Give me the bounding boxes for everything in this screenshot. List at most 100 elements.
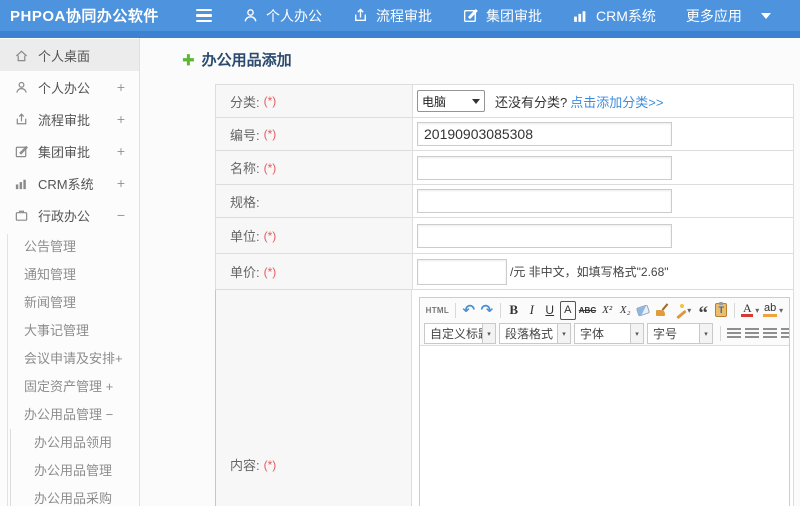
align-left-icon [727, 328, 741, 339]
brush-icon [655, 303, 667, 317]
font-size-dropdown[interactable]: 字号 ▾ [647, 323, 713, 344]
nav-label: CRM系统 [596, 7, 656, 24]
align-center-button[interactable] [744, 324, 760, 343]
font-family-dropdown[interactable]: 字体 ▾ [574, 323, 644, 344]
highlight-color-button[interactable]: ab ▾ [762, 301, 784, 320]
sidebar-item-process-approval[interactable]: 流程审批 + [0, 103, 139, 135]
nav-item-personal-office[interactable]: 个人办公 [242, 6, 322, 26]
caret-down-icon: ▾ [779, 305, 784, 315]
font-color-icon: A [741, 301, 754, 317]
subitem-label: 固定资产管理 + [24, 378, 114, 394]
collapse-toggle[interactable]: − [117, 207, 125, 223]
form-row-spec: 规格: [216, 185, 793, 218]
sidebar-subitem-assets-mgmt[interactable]: 固定资产管理 + [0, 371, 139, 399]
auto-typeset-button[interactable]: ▾ [672, 301, 694, 320]
caret-down-icon: ▾ [687, 305, 692, 315]
subitem-label: 办公用品领用 [34, 434, 113, 450]
align-right-icon [763, 328, 777, 339]
magic-wand-icon [674, 303, 686, 317]
sidebar-item-label: 个人办公 [38, 80, 91, 96]
sidebar-item-group-approval[interactable]: 集团审批 + [0, 135, 139, 167]
required-mark: (*) [263, 264, 277, 279]
sidebar-subitem-supplies-requisition[interactable]: 办公用品领用 [0, 427, 139, 455]
briefcase-icon [15, 210, 28, 221]
sidebar-subitem-events-mgmt[interactable]: 大事记管理 [0, 315, 139, 343]
editor-content-area[interactable] [420, 346, 789, 506]
name-label: 名称: (*) [216, 151, 413, 184]
eraser-icon [636, 303, 651, 317]
sidebar-subitem-news-mgmt[interactable]: 新闻管理 [0, 287, 139, 315]
form-row-name: 名称: (*) [216, 151, 793, 185]
page-title-text: 办公用品添加 [201, 52, 292, 69]
sidebar-item-label: 个人桌面 [38, 48, 91, 64]
remove-format-button[interactable] [635, 301, 651, 320]
paragraph-format-dropdown[interactable]: 段落格式 ▾ [499, 323, 571, 344]
nav-label: 集团审批 [486, 7, 542, 24]
sidebar-subitem-notice-mgmt[interactable]: 通知管理 [0, 259, 139, 287]
spec-input[interactable] [417, 189, 672, 213]
italic-button[interactable]: I [524, 301, 540, 320]
expand-toggle[interactable]: + [117, 79, 125, 95]
superscript-button[interactable]: X² [599, 301, 615, 320]
sidebar-item-admin-office[interactable]: 行政办公 − [0, 199, 139, 231]
sidebar-subitem-supplies-manage[interactable]: 办公用品管理 [0, 455, 139, 483]
font-color-button[interactable]: A ▾ [740, 301, 760, 320]
toolbar-separator [499, 302, 501, 318]
sidebar: 个人桌面 个人办公 + 流程审批 + 集团审批 + CRM系统 + 行政办公 − [0, 38, 140, 506]
caret-down-icon: ▾ [699, 324, 712, 343]
sidebar-subitem-meeting-mgmt[interactable]: 会议申请及安排+ [0, 343, 139, 371]
unit-input[interactable] [417, 223, 672, 248]
bold-button[interactable]: B [506, 301, 522, 320]
sidebar-item-crm-system[interactable]: CRM系统 + [0, 167, 139, 199]
dropdown-label: 字体 [580, 327, 605, 341]
supplies-add-form: 分类: (*) 电脑 还没有分类? 点击添加分类>> 编号: (*) 20190… [215, 84, 794, 506]
add-category-link[interactable]: 点击添加分类>> [570, 92, 663, 111]
name-input[interactable] [417, 155, 672, 180]
dropdown-label: 段落格式 [505, 327, 554, 341]
price-format-hint: /元 非中文，如填写格式"2.68" [510, 265, 669, 279]
sidebar-item-label: 集团审批 [38, 144, 91, 160]
blockquote-button[interactable]: “ [695, 301, 711, 322]
sidebar-subitem-supplies-mgmt[interactable]: 办公用品管理 − [0, 399, 139, 427]
align-justify-button[interactable] [780, 324, 789, 343]
form-row-price: 单价: (*) /元 非中文，如填写格式"2.68" [216, 254, 793, 290]
hamburger-menu-icon[interactable] [196, 8, 212, 23]
undo-button[interactable]: ↶ [461, 301, 477, 320]
sidebar-item-personal-desktop[interactable]: 个人桌面 [0, 39, 139, 71]
nav-item-group-approval[interactable]: 集团审批 [462, 6, 542, 26]
redo-button[interactable]: ↷ [479, 301, 495, 320]
price-input[interactable] [417, 258, 507, 285]
caret-down-icon: ▾ [557, 324, 570, 343]
subscript-button[interactable]: X₂ [617, 301, 633, 320]
label-text: 单位: [230, 229, 260, 244]
expand-toggle[interactable]: + [117, 175, 125, 191]
expand-toggle[interactable]: + [117, 143, 125, 159]
subitem-label: 办公用品管理 − [24, 406, 114, 422]
code-input[interactable] [417, 122, 672, 146]
dropdown-label: 自定义标题 [430, 327, 482, 341]
top-navbar: PHPOA协同办公软件 个人办公 流程审批 集团审批 CRM系统 更多应用 [0, 0, 800, 38]
html-source-button[interactable]: HTML [425, 301, 450, 320]
align-left-button[interactable] [726, 324, 742, 343]
nav-item-process-approval[interactable]: 流程审批 [352, 6, 432, 26]
custom-heading-dropdown[interactable]: 自定义标题▾ [424, 323, 496, 344]
font-border-button[interactable]: A [559, 300, 576, 320]
align-right-button[interactable] [762, 324, 778, 343]
nav-item-more-apps[interactable]: 更多应用 [686, 6, 771, 26]
select-arrow-icon [472, 98, 480, 104]
subitem-label: 新闻管理 [24, 294, 77, 310]
chart-icon [15, 179, 26, 189]
sidebar-subitem-supplies-purchase[interactable]: 办公用品采购 [0, 483, 139, 506]
sidebar-subitem-announcement-mgmt[interactable]: 公告管理 [0, 231, 139, 259]
expand-toggle[interactable]: + [117, 111, 125, 127]
home-icon [15, 49, 28, 61]
flow-icon [16, 112, 27, 124]
underline-button[interactable]: U [542, 301, 558, 320]
dropdown-label: 字号 [653, 327, 678, 341]
paste-plain-button[interactable]: T [713, 301, 729, 320]
category-select[interactable]: 电脑 [417, 90, 485, 112]
format-brush-button[interactable] [653, 301, 669, 320]
strikethrough-button[interactable]: ABC [578, 301, 597, 320]
sidebar-item-personal-office[interactable]: 个人办公 + [0, 71, 139, 103]
nav-item-crm-system[interactable]: CRM系统 [572, 6, 656, 26]
